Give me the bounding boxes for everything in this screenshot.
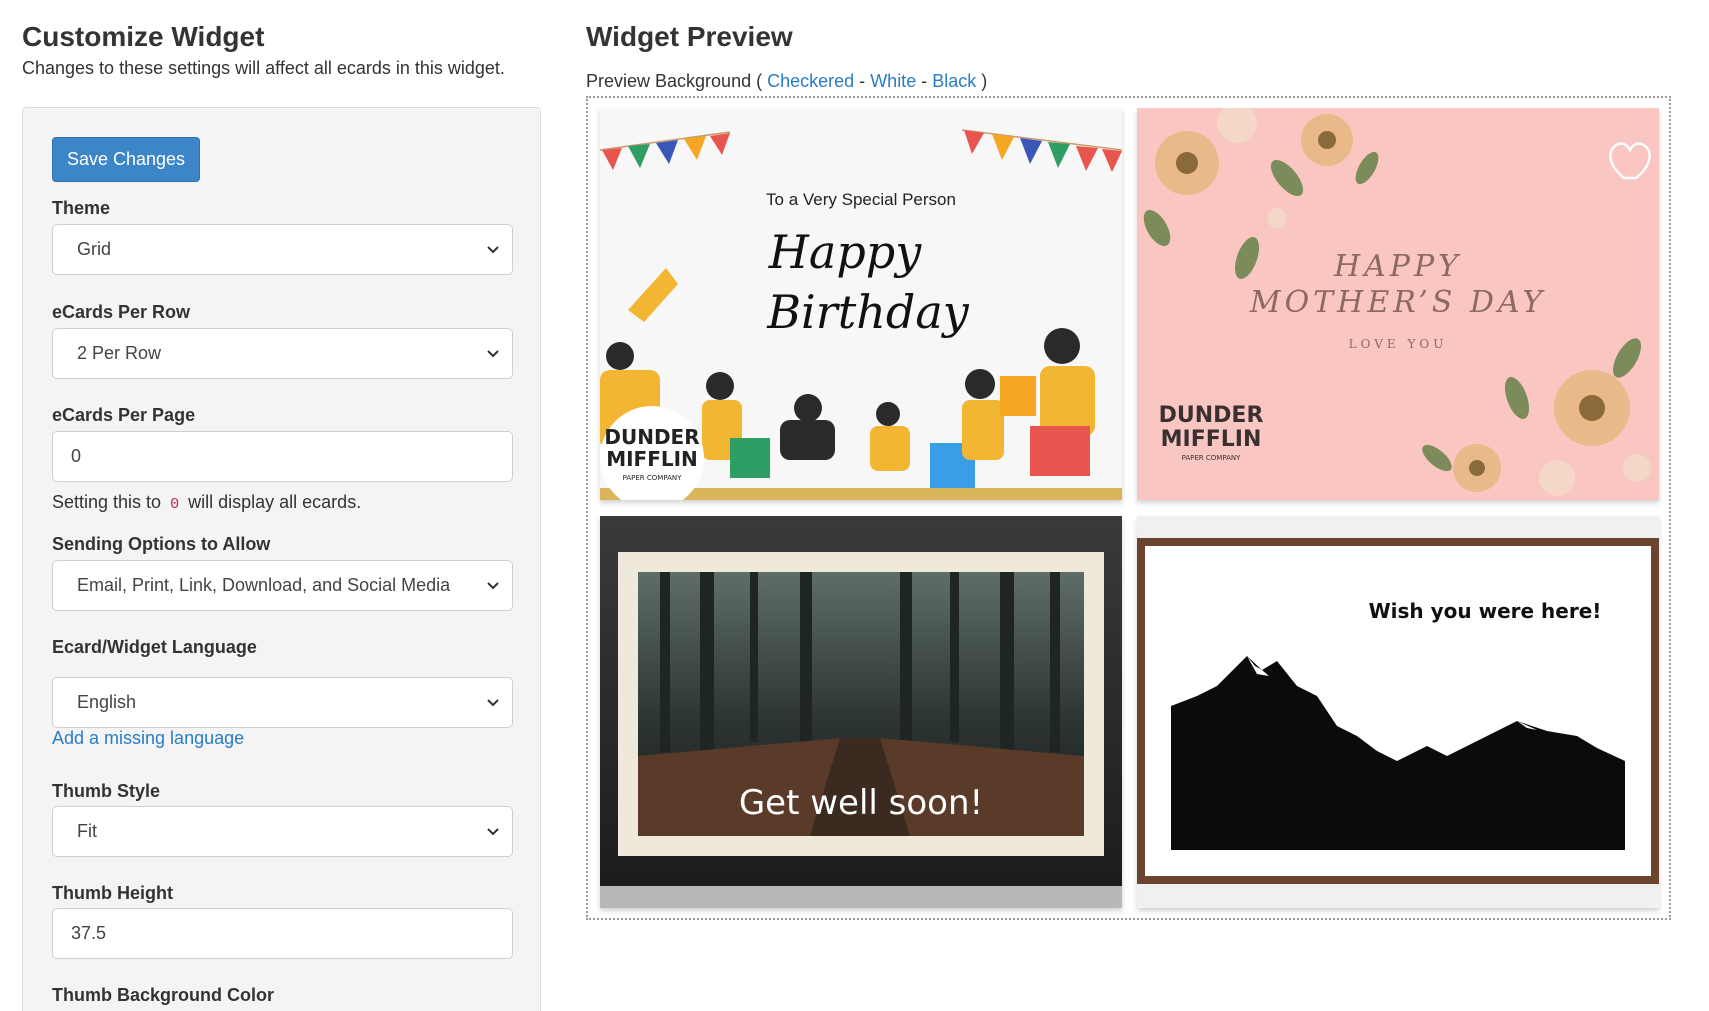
bg-black-link[interactable]: Black — [932, 71, 976, 91]
chevron-down-icon — [487, 246, 499, 254]
settings-panel: Save Changes Theme Grid eCards Per Row 2… — [22, 107, 541, 1011]
theme-value: Grid — [77, 239, 112, 259]
help-text-before: Setting this to — [52, 492, 162, 512]
birthday-subtitle: To a Very Special Person — [766, 190, 956, 209]
separator: - — [859, 71, 866, 91]
birthday-line-birthday: Birthday — [766, 285, 969, 339]
chevron-down-icon — [487, 828, 499, 836]
sending-select[interactable]: Email, Print, Link, Download, and Social… — [52, 560, 513, 611]
mothers-day-line-3: LOVE YOU — [1349, 337, 1448, 351]
preview-background-options: Preview Background ( Checkered - White -… — [586, 71, 987, 92]
sending-label: Sending Options to Allow — [52, 534, 271, 554]
thumb-height-input[interactable]: 37.5 — [52, 908, 513, 959]
page-subtitle: Changes to these settings will affect al… — [22, 58, 505, 78]
add-missing-language-link[interactable]: Add a missing language — [52, 728, 244, 749]
birthday-line-happy: Happy — [768, 225, 922, 279]
help-text-after: will display all ecards. — [188, 492, 362, 512]
preview-title: Widget Preview — [586, 21, 793, 52]
bg-white-link[interactable]: White — [870, 71, 916, 91]
theme-select[interactable]: Grid — [52, 224, 513, 275]
mothers-day-line-2: MOTHER’S DAY — [1249, 285, 1546, 320]
thumb-height-label: Thumb Height — [52, 883, 173, 903]
mothers-day-brand-1: DUNDER — [1159, 403, 1264, 428]
thumb-style-select[interactable]: Fit — [52, 806, 513, 857]
page-title: Customize Widget — [22, 21, 265, 52]
preview-bg-close: ) — [981, 71, 988, 91]
birthday-brand-2: MIFFLIN — [606, 447, 698, 471]
birthday-brand-1: DUNDER — [604, 425, 699, 449]
mothers-day-artwork: HAPPY MOTHER’S DAY LOVE YOU DUNDER MIFFL… — [1137, 108, 1659, 500]
per-page-label: eCards Per Page — [52, 405, 196, 425]
language-select[interactable]: English — [52, 677, 513, 728]
per-row-label: eCards Per Row — [52, 302, 191, 322]
save-changes-button[interactable]: Save Changes — [52, 137, 200, 182]
birthday-artwork: To a Very Special Person Happy Birthday — [600, 108, 1122, 500]
bg-checkered-link[interactable]: Checkered — [767, 71, 854, 91]
chevron-down-icon — [487, 350, 499, 358]
preview-bg-label: Preview Background ( — [586, 71, 763, 91]
ecard-mothers-day[interactable]: HAPPY MOTHER’S DAY LOVE YOU DUNDER MIFFL… — [1137, 108, 1659, 500]
sending-value: Email, Print, Link, Download, and Social… — [77, 575, 451, 595]
per-page-value: 0 — [71, 446, 82, 466]
chevron-down-icon — [487, 582, 499, 590]
get-well-text: Get well soon! — [739, 783, 983, 823]
thumb-height-value: 37.5 — [71, 923, 107, 943]
thumb-style-label: Thumb Style — [52, 781, 161, 801]
per-row-value: 2 Per Row — [77, 343, 162, 363]
get-well-artwork: Get well soon! — [600, 516, 1122, 908]
language-value: English — [77, 692, 137, 712]
chevron-down-icon — [487, 699, 499, 707]
mothers-day-brand-2: MIFFLIN — [1161, 427, 1262, 452]
per-page-help: Setting this to 0 will display all ecard… — [52, 492, 361, 513]
settings-header: Customize Widget Changes to these settin… — [22, 20, 542, 80]
thumb-style-value: Fit — [77, 821, 97, 841]
theme-label: Theme — [52, 198, 111, 218]
separator: - — [921, 71, 928, 91]
mothers-day-line-1: HAPPY — [1333, 249, 1462, 284]
per-row-select[interactable]: 2 Per Row — [52, 328, 513, 379]
mountain-artwork: Wish you were here! — [1137, 516, 1659, 908]
birthday-brand-3: PAPER COMPANY — [623, 474, 683, 482]
widget-preview: To a Very Special Person Happy Birthday — [586, 96, 1671, 920]
help-code: 0 — [170, 496, 180, 513]
wish-text: Wish you were here! — [1369, 599, 1602, 623]
mothers-day-brand-3: PAPER COMPANY — [1182, 454, 1242, 462]
language-label: Ecard/Widget Language — [52, 637, 257, 657]
ecard-birthday[interactable]: To a Very Special Person Happy Birthday — [600, 108, 1122, 500]
per-page-input[interactable]: 0 — [52, 431, 513, 482]
thumb-bg-label: Thumb Background Color — [52, 985, 274, 1005]
ecard-wish-you-were-here[interactable]: Wish you were here! — [1137, 516, 1659, 908]
preview-header: Widget Preview — [586, 20, 793, 54]
ecard-get-well[interactable]: Get well soon! — [600, 516, 1122, 908]
